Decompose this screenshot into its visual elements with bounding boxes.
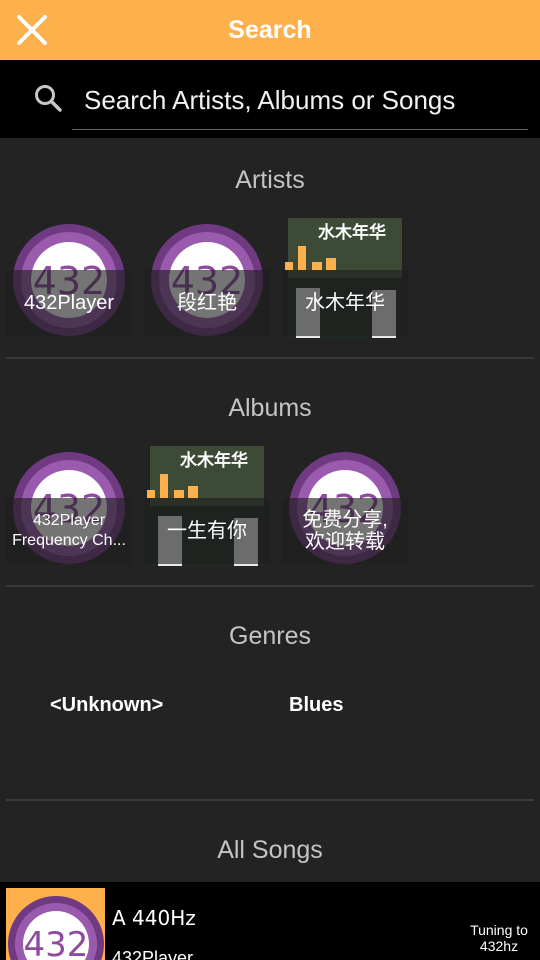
album-label: 一生有你: [144, 498, 270, 564]
album-tile-mianfeifenxiang[interactable]: 432 免费分享, 欢迎转载: [282, 446, 408, 566]
search-screen: Search Artists 432 432Player 432 段红艳: [0, 0, 540, 960]
album-label: 432Player Frequency Ch...: [6, 498, 132, 564]
artists-section-title: Artists: [235, 166, 305, 194]
genres-section-title: Genres: [229, 622, 311, 650]
now-playing-title: A 440Hz: [112, 906, 196, 930]
album-tile-yishengyouni[interactable]: 水木年华 一生有你: [144, 446, 270, 566]
artist-tile-shuimunianhua[interactable]: 水木年华 水木年华: [282, 218, 408, 338]
top-bar: Search: [0, 0, 540, 60]
svg-text:水木年华: 水木年华: [180, 450, 248, 471]
search-input[interactable]: [72, 72, 528, 130]
album-tile-432player-frequency[interactable]: 432 432Player Frequency Ch...: [6, 446, 132, 566]
search-bar: [0, 60, 540, 138]
svg-text:水木年华: 水木年华: [318, 222, 386, 243]
songs-section-title: All Songs: [217, 836, 323, 864]
divider: [6, 585, 534, 587]
svg-text:432: 432: [24, 925, 89, 960]
search-icon[interactable]: [32, 82, 64, 114]
genre-item-unknown[interactable]: <Unknown>: [50, 694, 163, 717]
artist-tile-duanhongyan[interactable]: 432 段红艳: [144, 218, 270, 338]
now-playing-artwork[interactable]: 432: [6, 888, 105, 960]
artist-label: 水木年华: [282, 270, 408, 336]
now-playing-artist: 432Player: [112, 948, 194, 960]
artist-label: 段红艳: [144, 270, 270, 336]
artist-label: 432Player: [6, 270, 132, 336]
now-playing-bar[interactable]: 432 A 440Hz 432Player Tuning to 432hz: [0, 882, 540, 960]
albums-section-title: Albums: [228, 394, 312, 422]
tuning-indicator[interactable]: Tuning to 432hz: [464, 922, 534, 954]
divider: [6, 357, 534, 359]
432-logo-icon: 432: [8, 896, 104, 960]
divider: [6, 799, 534, 801]
album-label: 免费分享, 欢迎转载: [282, 498, 408, 564]
page-title: Search: [228, 16, 312, 44]
close-button[interactable]: [10, 8, 54, 52]
artist-tile-432player[interactable]: 432 432Player: [6, 218, 132, 338]
genre-item-blues[interactable]: Blues: [289, 694, 343, 717]
close-icon: [17, 15, 47, 45]
